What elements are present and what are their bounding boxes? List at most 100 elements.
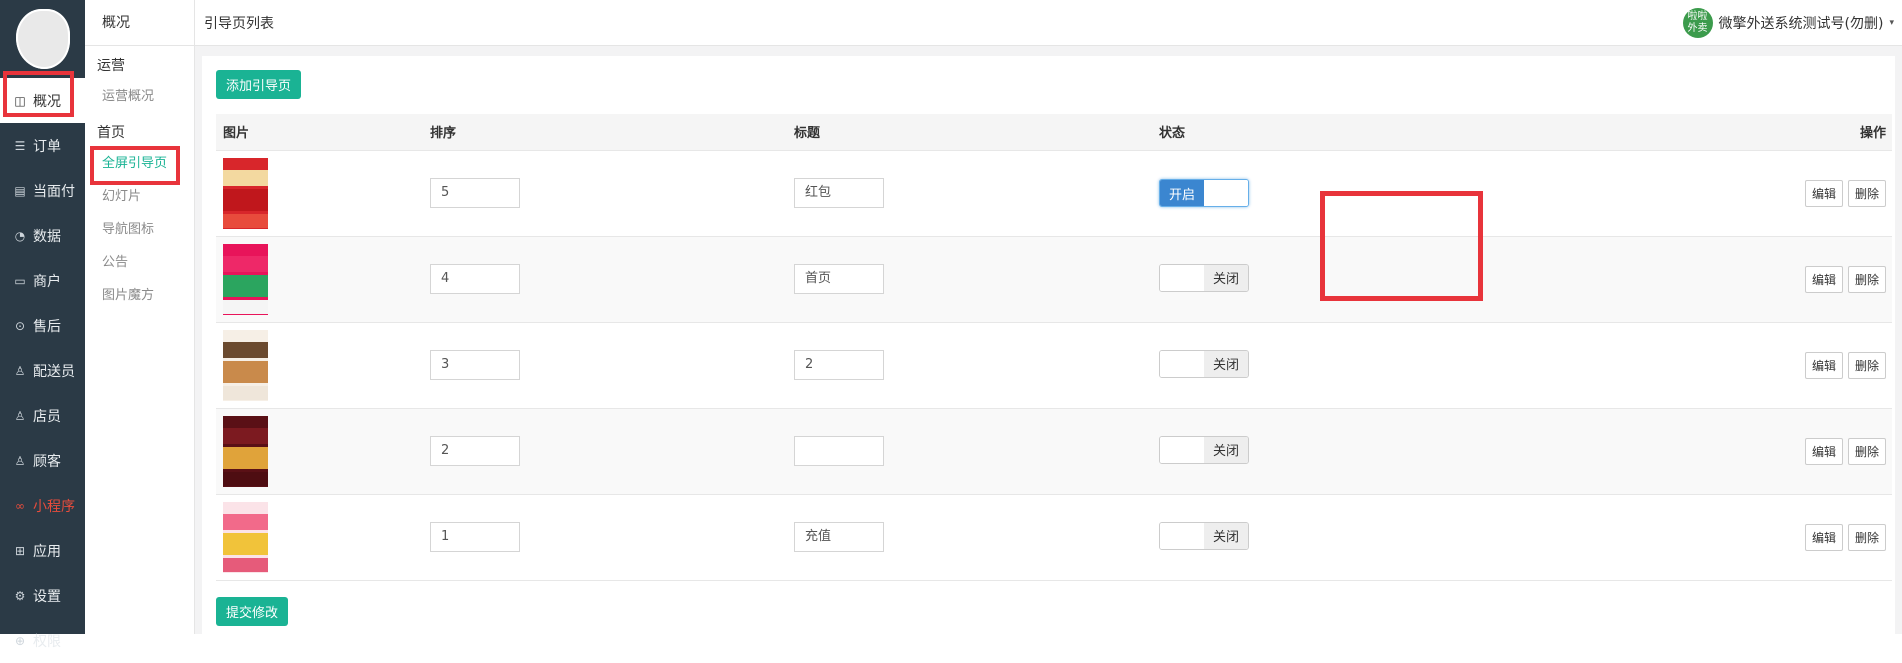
sidebar-item-label: 店员	[33, 408, 61, 425]
status-toggle-handle	[1160, 522, 1204, 549]
delete-button[interactable]: 删除	[1847, 265, 1886, 293]
title-input[interactable]: 红包	[794, 178, 884, 208]
sidebar-item-settings[interactable]: ⚙ 设置	[0, 573, 85, 618]
guide-image-thumbnail[interactable]	[223, 415, 268, 487]
status-toggle-handle	[1204, 180, 1248, 206]
avatar-area	[0, 0, 85, 78]
shop-logo-line2: 外卖	[1687, 22, 1708, 34]
sidebar-item-label: 数据	[33, 228, 61, 245]
page-title: 引导页列表	[204, 15, 274, 32]
image-cell	[216, 236, 423, 322]
shop-logo: 啦啦 外卖	[1682, 7, 1713, 38]
subnav-group-label: 运营	[97, 58, 125, 74]
table-row: 3 2 关闭 编辑 删除	[216, 322, 1892, 408]
store-icon: ▭	[14, 273, 26, 288]
title-input[interactable]: 首页	[794, 264, 884, 294]
subnav-link[interactable]: 公告	[85, 246, 194, 279]
top-header: 引导页列表 啦啦 外卖 微擎外送系统测试号(勿删) ▾	[195, 0, 1902, 46]
sidebar-item-courier[interactable]: ♙ 配送员	[0, 348, 85, 393]
status-toggle-label: 关闭	[1204, 264, 1248, 291]
order-input[interactable]: 2	[430, 436, 520, 466]
guide-image-thumbnail[interactable]	[223, 501, 268, 573]
sidebar-item-label: 小程序	[33, 498, 75, 515]
edit-button[interactable]: 编辑	[1804, 523, 1843, 551]
delete-button[interactable]: 删除	[1847, 523, 1886, 551]
annotation-box-fullscreen-guide	[90, 146, 180, 185]
sidebar-item-label: 当面付	[33, 183, 75, 200]
order-input[interactable]: 3	[430, 350, 520, 380]
sidebar-item-miniprogram[interactable]: ∞ 小程序	[0, 483, 85, 528]
status-toggle[interactable]: 关闭	[1159, 521, 1249, 550]
guide-image-thumbnail[interactable]	[223, 243, 268, 315]
delete-button[interactable]: 删除	[1847, 179, 1886, 207]
title-input[interactable]: 充值	[794, 522, 884, 552]
avatar[interactable]	[15, 9, 70, 69]
subnav-link[interactable]: 图片魔方	[85, 279, 194, 312]
subnav-title: 概况	[85, 0, 194, 46]
submit-changes-button[interactable]: 提交修改	[216, 597, 289, 626]
actions-cell: 编辑 删除	[1517, 322, 1892, 408]
add-guide-page-button[interactable]: 添加引导页	[216, 70, 302, 99]
status-toggle-handle	[1160, 264, 1204, 291]
sidebar-item-pay[interactable]: ▤ 当面付	[0, 168, 85, 213]
chevron-down-icon: ▾	[1889, 17, 1894, 28]
sidebar-menu: ◫ 概况 ☰ 订单 ▤ 当面付 ◔ 数据 ▭ 商户 ⊙ 售后 ♙ 配送员 ♙ 店员 ♙ 顾客 ∞ 小程序 ⊞ 应用 ⚙ 设置 ⊕…	[0, 78, 85, 663]
title-input[interactable]	[794, 436, 884, 466]
annotation-box-overview	[3, 71, 74, 117]
status-toggle[interactable]: 开启	[1159, 179, 1249, 207]
guide-image-thumbnail[interactable]	[223, 329, 268, 401]
sidebar-item-order[interactable]: ☰ 订单	[0, 123, 85, 168]
status-toggle[interactable]: 关闭	[1159, 435, 1249, 464]
guide-image-thumbnail[interactable]	[223, 157, 268, 229]
status-toggle[interactable]: 关闭	[1159, 263, 1249, 292]
actions-cell: 编辑 删除	[1517, 408, 1892, 494]
pay-icon: ▤	[14, 183, 26, 198]
sidebar-item-label: 商户	[33, 273, 61, 290]
order-cell: 5	[423, 150, 787, 236]
order-input[interactable]: 4	[430, 264, 520, 294]
edit-button[interactable]: 编辑	[1804, 265, 1843, 293]
sidebar-item-store[interactable]: ▭ 商户	[0, 258, 85, 303]
actions-cell: 编辑 删除	[1517, 236, 1892, 322]
status-toggle-label: 关闭	[1204, 350, 1248, 377]
main-content: 添加引导页 图片 排序 标题 状态 操作 5 红包 开启 编辑 删除 4 首页 关闭 编辑 删除 3…	[195, 46, 1902, 634]
customer-icon: ♙	[14, 453, 26, 468]
delete-button[interactable]: 删除	[1847, 437, 1886, 465]
delete-button[interactable]: 删除	[1847, 351, 1886, 379]
status-cell: 关闭	[1152, 408, 1517, 494]
guide-page-table: 图片 排序 标题 状态 操作 5 红包 开启 编辑 删除 4 首页 关闭 编辑 删除 3 2 关闭 编辑删…	[216, 114, 1892, 581]
user-menu[interactable]: 啦啦 外卖 微擎外送系统测试号(勿删) ▾	[1682, 7, 1902, 38]
order-input[interactable]: 5	[430, 178, 520, 208]
table-row: 4 首页 关闭 编辑 删除	[216, 236, 1892, 322]
status-toggle[interactable]: 关闭	[1159, 349, 1249, 378]
status-toggle-handle	[1160, 350, 1204, 377]
actions-cell: 编辑 删除	[1517, 494, 1892, 580]
sidebar-item-data[interactable]: ◔ 数据	[0, 213, 85, 258]
column-header-status: 状态	[1152, 114, 1517, 151]
order-cell: 3	[423, 322, 787, 408]
status-toggle-label: 关闭	[1204, 436, 1248, 463]
edit-button[interactable]: 编辑	[1804, 437, 1843, 465]
order-input[interactable]: 1	[430, 522, 520, 552]
title-cell	[787, 408, 1152, 494]
subnav-link[interactable]: 导航图标	[85, 213, 194, 246]
sidebar-item-apps[interactable]: ⊞ 应用	[0, 528, 85, 573]
table-row: 5 红包 开启 编辑 删除	[216, 150, 1892, 236]
sidebar-item-clerk[interactable]: ♙ 店员	[0, 393, 85, 438]
title-cell: 红包	[787, 150, 1152, 236]
sidebar-item-permission[interactable]: ⊕ 权限	[0, 618, 85, 663]
edit-button[interactable]: 编辑	[1804, 179, 1843, 207]
sidebar-item-customer[interactable]: ♙ 顾客	[0, 438, 85, 483]
status-cell: 关闭	[1152, 322, 1517, 408]
status-cell: 关闭	[1152, 494, 1517, 580]
subnav-link[interactable]: 运营概况	[85, 80, 194, 113]
table-row: 2 关闭 编辑 删除	[216, 408, 1892, 494]
title-cell: 首页	[787, 236, 1152, 322]
aftersale-icon: ⊙	[14, 318, 26, 333]
data-icon: ◔	[14, 228, 26, 243]
edit-button[interactable]: 编辑	[1804, 351, 1843, 379]
title-input[interactable]: 2	[794, 350, 884, 380]
status-toggle-label: 开启	[1160, 180, 1204, 206]
sidebar-item-aftersale[interactable]: ⊙ 售后	[0, 303, 85, 348]
image-cell	[216, 322, 423, 408]
